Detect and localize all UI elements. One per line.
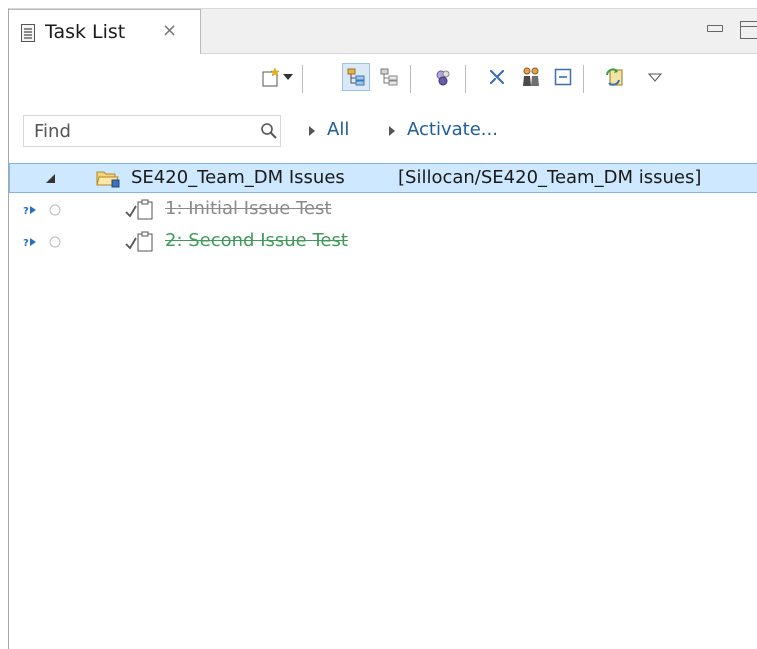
filter-row: All Activate... [9,115,757,151]
activate-link[interactable]: Activate... [407,119,498,140]
query-repository: [Sillocan/SE420_Team_DM issues] [398,167,702,188]
synchronize-icon[interactable] [601,63,629,91]
tab-title: Task List [45,21,126,43]
all-link[interactable]: All [327,119,349,140]
categorized-icon[interactable] [342,63,370,91]
activate-radio-icon[interactable] [49,204,61,216]
toolbar-separator [410,65,411,93]
chevron-right-icon [389,126,395,136]
task-list-view: Task List ⨯ Find All Activate... SE420_T… [8,8,757,649]
task-label: 1: Initial Issue Test [165,198,332,219]
tab-bar: Task List ⨯ [9,9,757,54]
scheduled-icon[interactable] [375,63,403,91]
chevron-right-icon [309,126,315,136]
completed-task-icon [125,231,153,252]
task-row[interactable]: ? 2: Second Issue Test [9,227,757,257]
show-only-my-tasks-icon[interactable] [517,63,545,91]
search-icon[interactable] [260,122,278,140]
dropdown-arrow-icon[interactable] [280,63,296,91]
query-folder-icon [96,171,120,188]
toolbar-separator [465,65,466,93]
minimize-icon[interactable] [707,25,723,32]
view-toolbar [9,55,757,105]
hide-completed-icon[interactable] [483,63,511,91]
completed-task-icon [125,199,153,220]
svg-text:?: ? [23,206,29,216]
incoming-changes-icon: ? [23,206,36,216]
task-list-icon [21,24,35,42]
incoming-changes-icon: ? [23,238,36,248]
query-row[interactable]: SE420_Team_DM Issues [Sillocan/SE420_Tea… [9,163,757,193]
tab-task-list[interactable]: Task List ⨯ [9,9,201,54]
view-menu-icon[interactable] [641,63,669,91]
find-input[interactable] [34,119,234,143]
query-name: SE420_Team_DM Issues [131,167,345,188]
task-label: 2: Second Issue Test [165,230,348,251]
expand-arrow-icon[interactable] [46,174,55,183]
collapse-all-icon[interactable] [549,63,577,91]
task-row[interactable]: ? 1: Initial Issue Test [9,195,757,225]
svg-text:?: ? [23,238,29,248]
activate-radio-icon[interactable] [49,236,61,248]
maximize-icon[interactable] [740,21,757,39]
focus-on-workweek-icon[interactable] [429,63,457,91]
close-icon[interactable]: ⨯ [162,20,177,41]
find-field[interactable] [23,115,281,147]
toolbar-separator [583,65,584,93]
toolbar-separator [302,65,303,93]
